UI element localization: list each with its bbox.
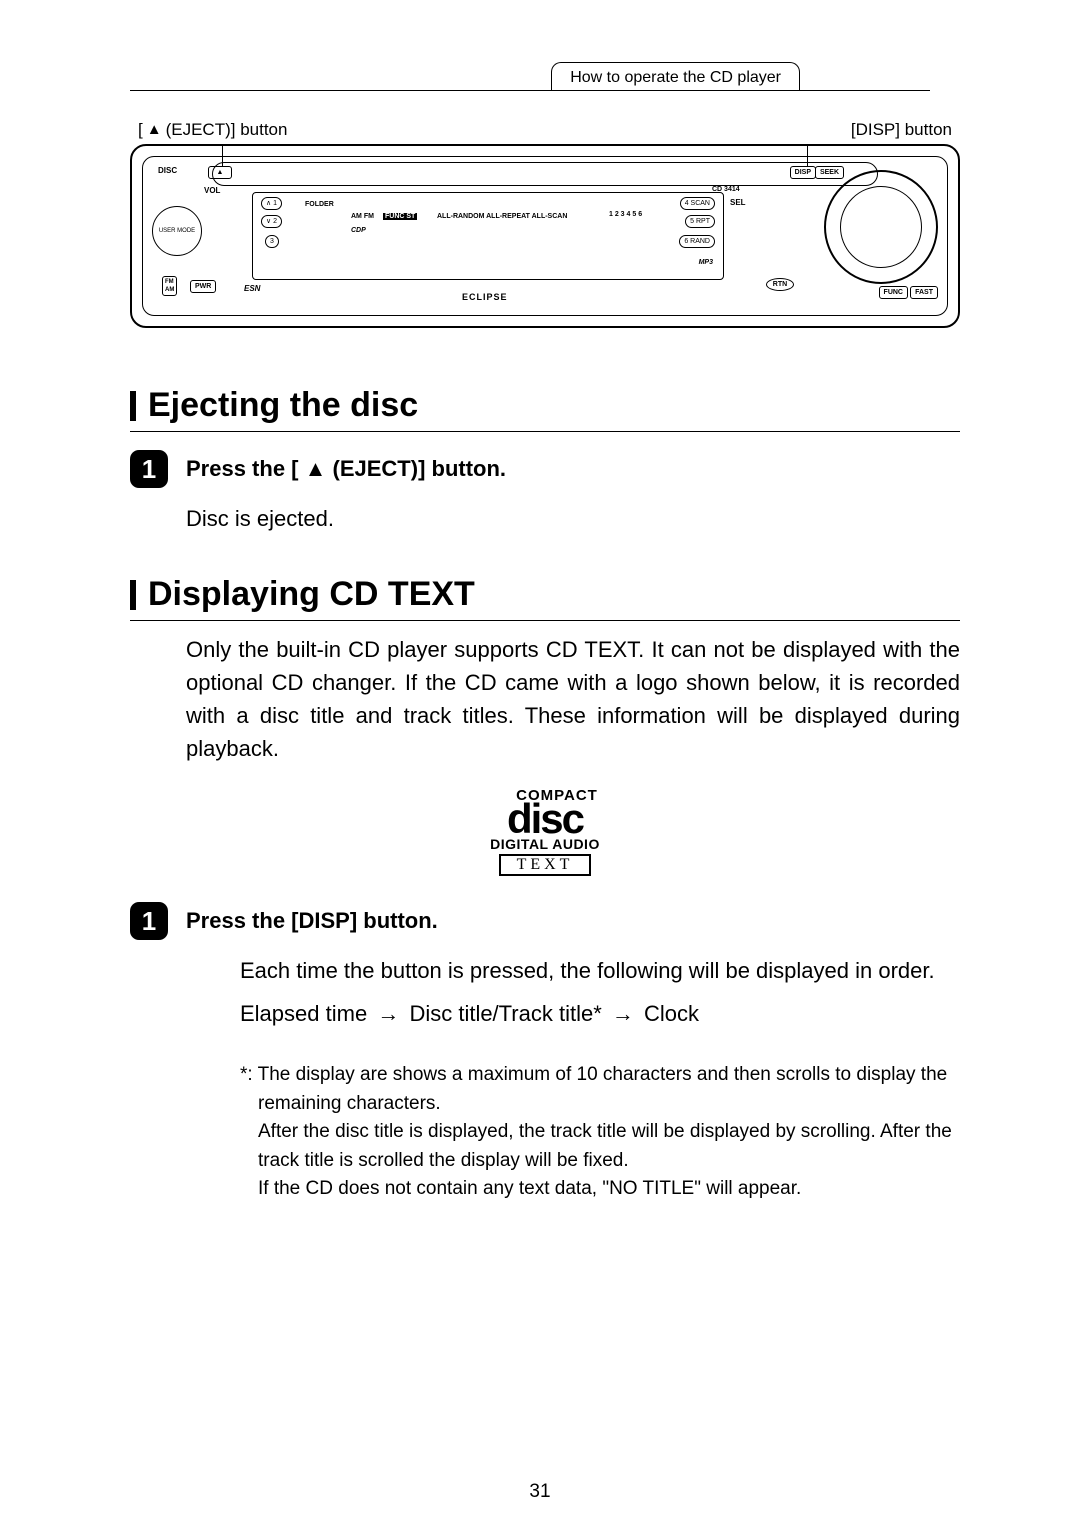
ejecting-heading: Ejecting the disc (130, 386, 960, 432)
fast-button: FAST (910, 286, 938, 299)
model-label: CD 3414 (712, 186, 740, 193)
preset-1-up: ∧ 1 (261, 197, 282, 210)
knob-inner (840, 186, 922, 268)
faceplate-diagram: DISC ▲ VOL USER MODE ∧ 1 FOLDER ∨ 2 3 AM… (130, 144, 960, 328)
preset-indicators: 1 2 3 4 5 6 (609, 211, 642, 218)
header-rule (130, 90, 930, 91)
eject-label-text: (EJECT)] button (166, 120, 288, 140)
brand-label: ECLIPSE (462, 292, 508, 302)
seq-c: Clock (644, 1001, 699, 1026)
preset-4-scan: 4 SCAN (680, 197, 715, 210)
eject-button-label: [ ▲ (EJECT)] button (138, 120, 287, 140)
cdp-indicator: CDP (351, 227, 366, 234)
disp-faceplate-button: DISP (790, 166, 816, 179)
cdtext-body: Each time the button is pressed, the fol… (240, 954, 960, 987)
rtn-button: RTN (766, 278, 794, 291)
pwr-button: PWR (190, 280, 216, 293)
footnote-line-1: *: The display are shows a maximum of 10… (258, 1061, 960, 1118)
footnote: *: The display are shows a maximum of 10… (240, 1061, 960, 1204)
step-title-prefix: Press the [ (186, 456, 305, 481)
breadcrumb: How to operate the CD player (551, 62, 800, 91)
arrow-icon: → (612, 1001, 634, 1026)
step-number-badge: 1 (130, 450, 168, 488)
step-number-badge: 1 (130, 902, 168, 940)
vol-label: VOL (204, 186, 220, 195)
modes-indicator: ALL-RANDOM ALL-REPEAT ALL-SCAN (437, 213, 567, 220)
usermode-text: USER MODE (159, 228, 195, 234)
cdtext-intro: Only the built-in CD player supports CD … (186, 633, 960, 765)
eject-label-prefix: [ (138, 120, 143, 140)
fm-am-button: FMAM (162, 276, 177, 296)
cdtext-step-1: 1 Press the [DISP] button. (130, 902, 960, 940)
step-title-suffix: (EJECT)] button. (326, 456, 506, 481)
display-screen: ∧ 1 FOLDER ∨ 2 3 AM FM FUNC ST ALL-RANDO… (252, 192, 724, 280)
folder-label: FOLDER (305, 201, 334, 208)
eject-icon: ▲ (147, 121, 162, 138)
sel-label: SEL (730, 198, 746, 207)
diagram-labels: [ ▲ (EJECT)] button [DISP] button (130, 120, 960, 140)
seq-a: Elapsed time (240, 1001, 367, 1026)
preset-6-rand: 6 RAND (679, 235, 715, 248)
cdtext-step-title: Press the [DISP] button. (186, 902, 438, 940)
ejecting-step-1: 1 Press the [ ▲ (EJECT)] button. (130, 450, 960, 488)
amfm-indicator: AM FM (351, 213, 374, 220)
ejecting-section: Ejecting the disc 1 Press the [ ▲ (EJECT… (130, 386, 960, 535)
cdtext-section: Displaying CD TEXT Only the built-in CD … (130, 575, 960, 1204)
disp-button-label: [DISP] button (851, 120, 952, 140)
usermode-knob: USER MODE (152, 206, 202, 256)
logo-disc: disc (507, 795, 583, 842)
logo-digital-audio: DIGITAL AUDIO (490, 836, 600, 852)
faceplate-diagram-section: [ ▲ (EJECT)] button [DISP] button DISC ▲… (130, 120, 960, 328)
preset-5-rpt: 5 RPT (685, 215, 715, 228)
mp3-indicator: MP3 (699, 259, 713, 266)
page: How to operate the CD player [ ▲ (EJECT)… (0, 0, 1080, 1533)
arrow-icon: → (377, 1001, 399, 1026)
preset-2-down: ∨ 2 (261, 215, 282, 228)
cd-text-logo-box: COMPACT disc DIGITAL AUDIO TEXT (490, 787, 600, 876)
func-button: FUNC (879, 286, 908, 299)
footnote-line-3: If the CD does not contain any text data… (258, 1175, 960, 1204)
func-st-indicator: FUNC ST (383, 213, 417, 220)
esn-label: ESN (244, 284, 260, 293)
cd-text-logo: COMPACT disc DIGITAL AUDIO TEXT (130, 787, 960, 876)
disc-label: DISC (158, 166, 177, 175)
seek-faceplate-button: SEEK (815, 166, 844, 179)
display-sequence: Elapsed time → Disc title/Track title* →… (240, 1001, 960, 1027)
page-number: 31 (0, 1481, 1080, 1503)
disc-slot (212, 162, 878, 186)
logo-text: TEXT (499, 854, 592, 876)
eject-icon: ▲ (305, 456, 327, 481)
ejecting-step-title: Press the [ ▲ (EJECT)] button. (186, 450, 506, 488)
footnote-line-2: After the disc title is displayed, the t… (258, 1118, 960, 1175)
ejecting-body: Disc is ejected. (186, 502, 960, 535)
cdtext-heading: Displaying CD TEXT (130, 575, 960, 621)
eject-faceplate-button: ▲ (208, 166, 232, 179)
tune-knob (824, 170, 938, 284)
seq-b: Disc title/Track title* (409, 1001, 601, 1026)
preset-3: 3 (265, 235, 279, 248)
